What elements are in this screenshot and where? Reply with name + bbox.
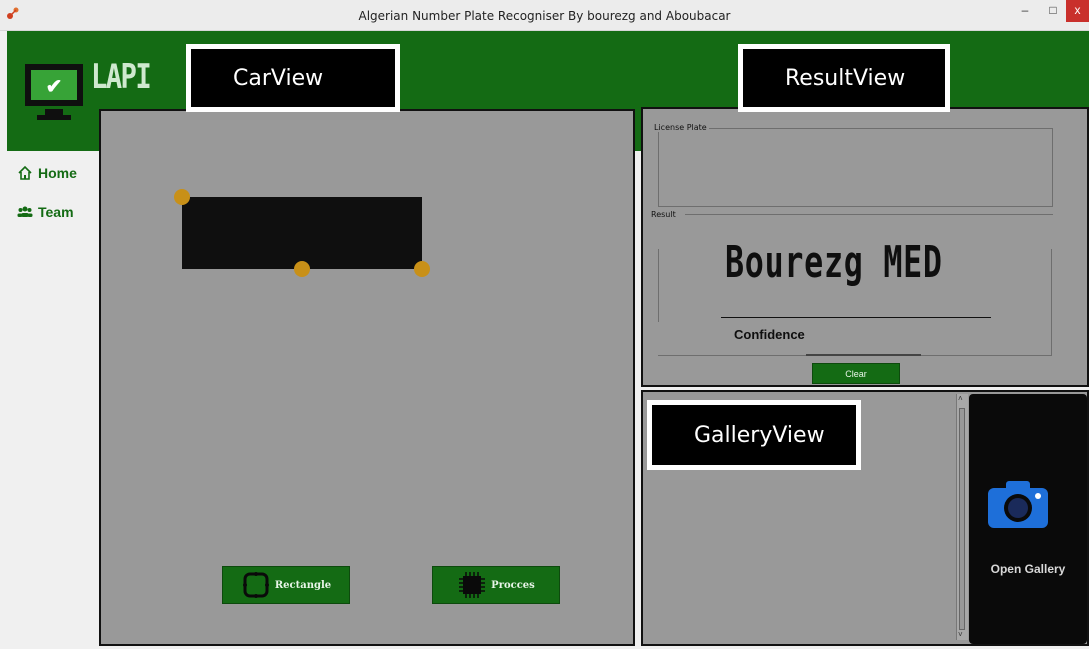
scroll-up-icon[interactable]: ˄ [958, 394, 963, 403]
monitor-base [37, 115, 71, 120]
result-label: Result [649, 210, 678, 219]
scroll-thumb[interactable] [959, 408, 965, 630]
scroll-down-icon[interactable]: ˅ [958, 630, 963, 639]
confidence-label: Confidence [734, 327, 805, 342]
process-button-label: Procces [491, 579, 535, 591]
camera-icon [988, 481, 1048, 528]
open-gallery-label: Open Gallery [990, 562, 1066, 576]
minimize-button[interactable]: – [1012, 0, 1038, 22]
title-bar: Algerian Number Plate Recogniser By bour… [0, 0, 1089, 31]
app-logo-text: LAPI [91, 57, 152, 97]
selection-handle[interactable] [414, 261, 430, 277]
result-value: Bourezg MED [725, 237, 943, 288]
close-button[interactable]: x [1066, 0, 1089, 22]
license-plate-group [658, 128, 1053, 207]
window-title: Algerian Number Plate Recogniser By bour… [358, 9, 731, 23]
monitor-screen: ✔ [31, 70, 77, 100]
processor-chip-icon [459, 572, 486, 598]
result-view-panel: License Plate Result Bourezg MED Confide… [641, 107, 1089, 387]
rectangle-button[interactable]: Rectangle [222, 566, 350, 604]
result-group-right-border [1051, 249, 1052, 356]
car-view-panel[interactable]: Rectangle Procces [99, 109, 635, 646]
open-gallery-button[interactable]: Open Gallery [969, 394, 1087, 644]
sidebar-item-label: Home [38, 165, 77, 181]
divider [721, 317, 991, 318]
sidebar-item-team[interactable]: Team [17, 204, 74, 220]
license-plate-label: License Plate [652, 123, 709, 132]
check-icon: ✔ [45, 76, 63, 98]
selection-handle[interactable] [294, 261, 310, 277]
clear-button[interactable]: Clear [812, 363, 900, 384]
rectangle-select-icon [242, 572, 269, 598]
annotation-resultview: ResultView [738, 44, 950, 112]
monitor-check-icon: ✔ [25, 64, 83, 106]
home-icon [18, 165, 32, 180]
maximize-button[interactable]: □ [1040, 0, 1066, 22]
annotation-galleryview: GalleryView [647, 400, 861, 470]
selection-rectangle[interactable] [182, 197, 422, 269]
sidebar: Home Team [7, 151, 99, 649]
sidebar-item-home[interactable]: Home [17, 165, 77, 181]
confidence-bar [806, 354, 921, 356]
gallery-scrollbar[interactable]: ˄ ˅ [956, 394, 968, 640]
process-button[interactable]: Procces [432, 566, 560, 604]
rectangle-button-label: Rectangle [274, 579, 332, 591]
app-window: Algerian Number Plate Recogniser By bour… [0, 0, 1089, 649]
team-icon [17, 206, 33, 217]
result-group-top-border [685, 214, 1053, 215]
annotation-carview: CarView [186, 44, 400, 112]
sidebar-item-label: Team [38, 204, 74, 220]
selection-handle[interactable] [174, 189, 190, 205]
result-group-left-border [658, 249, 659, 322]
